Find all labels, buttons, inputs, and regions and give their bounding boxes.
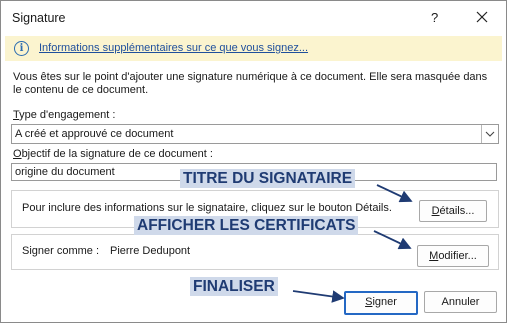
sign-button-label: igner — [372, 296, 397, 308]
commitment-type-label: Type d'engagement : — [13, 109, 115, 121]
signature-dialog: Signature ? i Informations supplémentair… — [0, 0, 507, 323]
cancel-button[interactable]: Annuler — [424, 291, 497, 313]
sign-as-label: Signer comme : — [22, 245, 100, 257]
annotation-signer-title: TITRE DU SIGNATAIRE — [180, 169, 356, 188]
arrow-to-sign — [292, 290, 345, 303]
modify-button[interactable]: Modifier... — [417, 245, 489, 267]
more-info-link[interactable]: Informations supplémentaires sur ce que … — [39, 42, 308, 54]
annotation-finalize: FINALISER — [190, 277, 278, 296]
info-icon: i — [14, 41, 29, 56]
commitment-type-label-text: ype d'engagement : — [19, 109, 116, 121]
details-button-mnemonic: D — [431, 205, 440, 217]
signature-purpose-mnemonic: O — [13, 148, 22, 160]
details-button-label: étails... — [439, 205, 475, 217]
modify-button-label: odifier... — [438, 250, 477, 262]
modify-button-mnemonic: M — [429, 250, 439, 262]
chevron-down-icon — [485, 131, 495, 137]
close-button[interactable] — [475, 10, 489, 24]
signature-purpose-label-text: bjectif de la signature de ce document : — [21, 148, 213, 160]
signature-description: Vous êtes sur le point d'ajouter une sig… — [13, 71, 488, 96]
dropdown-button[interactable] — [481, 125, 498, 143]
sign-as-group: Signer comme : Pierre Dedupont Modifier.… — [11, 234, 499, 270]
annotation-show-certificates: AFFICHER LES CERTIFICATS — [134, 216, 359, 235]
sign-button[interactable]: Signer — [344, 291, 418, 315]
commitment-type-value: A créé et approuvé ce document — [15, 128, 174, 140]
close-icon — [476, 11, 488, 23]
commitment-type-select[interactable]: A créé et approuvé ce document — [11, 124, 499, 144]
signer-details-text: Pour inclure des informations sur le sig… — [22, 202, 392, 214]
dialog-title: Signature — [12, 11, 66, 25]
signer-name: Pierre Dedupont — [110, 245, 191, 257]
help-button[interactable]: ? — [431, 10, 438, 25]
signature-purpose-label: Objectif de la signature de ce document … — [13, 148, 213, 160]
details-button[interactable]: Détails... — [419, 200, 487, 222]
title-bar: Signature ? — [1, 1, 506, 35]
info-bar: i Informations supplémentaires sur ce qu… — [5, 36, 502, 61]
